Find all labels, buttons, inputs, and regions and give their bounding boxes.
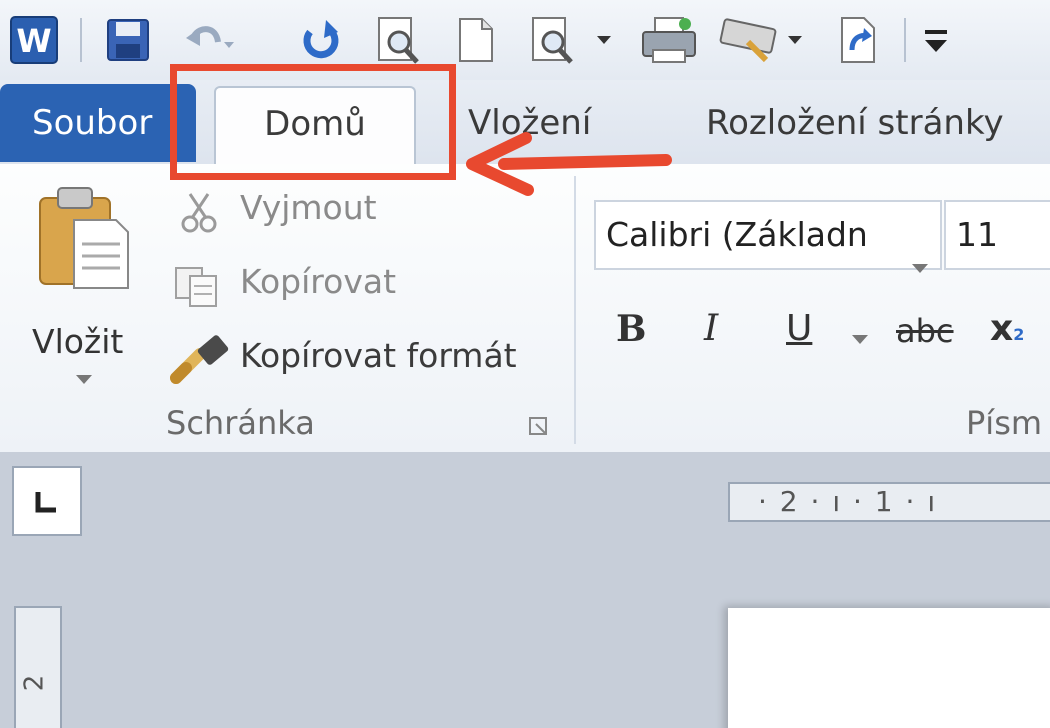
paste-icon [34,182,134,296]
subscript-small-label: 2 [1013,325,1025,344]
printer-icon[interactable] [636,14,702,66]
toolbar-separator [904,18,906,62]
horizontal-ruler[interactable]: · 2 · ı · 1 · ı [728,482,1050,522]
highlight-box [170,64,456,180]
ribbon: Vložit Vyjmout Kopírovat Kopírovat formá… [0,164,1050,454]
format-painter-icon [170,334,232,390]
toolbar-separator [80,18,82,62]
italic-button[interactable]: I [704,308,718,349]
new-document-icon[interactable] [450,14,502,66]
paste-button[interactable]: Vložit [24,182,144,392]
scissors-icon [178,190,222,238]
copy-button[interactable]: Kopírovat [172,260,432,312]
paste-label: Vložit [32,322,124,361]
font-size-value: 11 [956,215,998,254]
font-name-combobox[interactable]: Calibri (Základn [594,200,942,273]
cut-label: Vyjmout [240,188,377,227]
document-page[interactable] [728,608,1050,728]
quick-print-icon[interactable] [524,14,616,66]
subscript-label: x [990,308,1014,349]
tab-page-layout[interactable]: Rozložení stránky [706,84,1004,162]
keyboard-icon[interactable] [716,14,808,66]
font-group-label: Písm [966,404,1043,442]
customize-toolbar-icon[interactable] [918,14,954,66]
cut-button[interactable]: Vyjmout [178,186,418,238]
document-arrow-icon[interactable] [830,14,886,66]
horizontal-ruler-marks: · 2 · ı · 1 · ı [758,485,938,518]
print-preview-icon[interactable] [370,14,428,66]
vertical-ruler-mark: 2 [19,674,50,692]
word-app-icon[interactable]: W [6,14,62,66]
format-painter-label: Kopírovat formát [240,336,517,375]
copy-icon [172,264,222,312]
undo-icon[interactable] [178,14,238,66]
strikethrough-button[interactable]: abc [896,312,954,350]
underline-button[interactable]: U [786,308,812,349]
chevron-down-icon[interactable] [912,230,928,296]
dialog-launcher-icon[interactable] [528,416,550,442]
copy-label: Kopírovat [240,262,397,301]
group-separator [574,176,576,444]
font-size-combobox[interactable]: 11 [944,200,1050,270]
bold-button[interactable]: B [616,308,646,350]
subscript-button[interactable]: x2 [990,308,1024,349]
redo-icon[interactable] [292,14,348,66]
chevron-down-icon [76,370,92,389]
tab-file[interactable]: Soubor [0,84,196,162]
font-name-value: Calibri (Základn [606,215,868,254]
tab-selector[interactable] [12,466,82,536]
format-painter-button[interactable]: Kopírovat formát [170,332,560,388]
quick-access-toolbar: W [0,0,1050,80]
clipboard-group-label: Schránka [166,404,315,442]
save-icon[interactable] [100,14,156,66]
svg-text:W: W [16,22,51,60]
vertical-ruler[interactable]: 2 [14,606,62,728]
arrow-annotation [466,132,672,196]
word-window: W Soubor Domů Vložení Rozložení stránky … [0,0,1050,728]
underline-dropdown-icon[interactable] [852,330,868,349]
